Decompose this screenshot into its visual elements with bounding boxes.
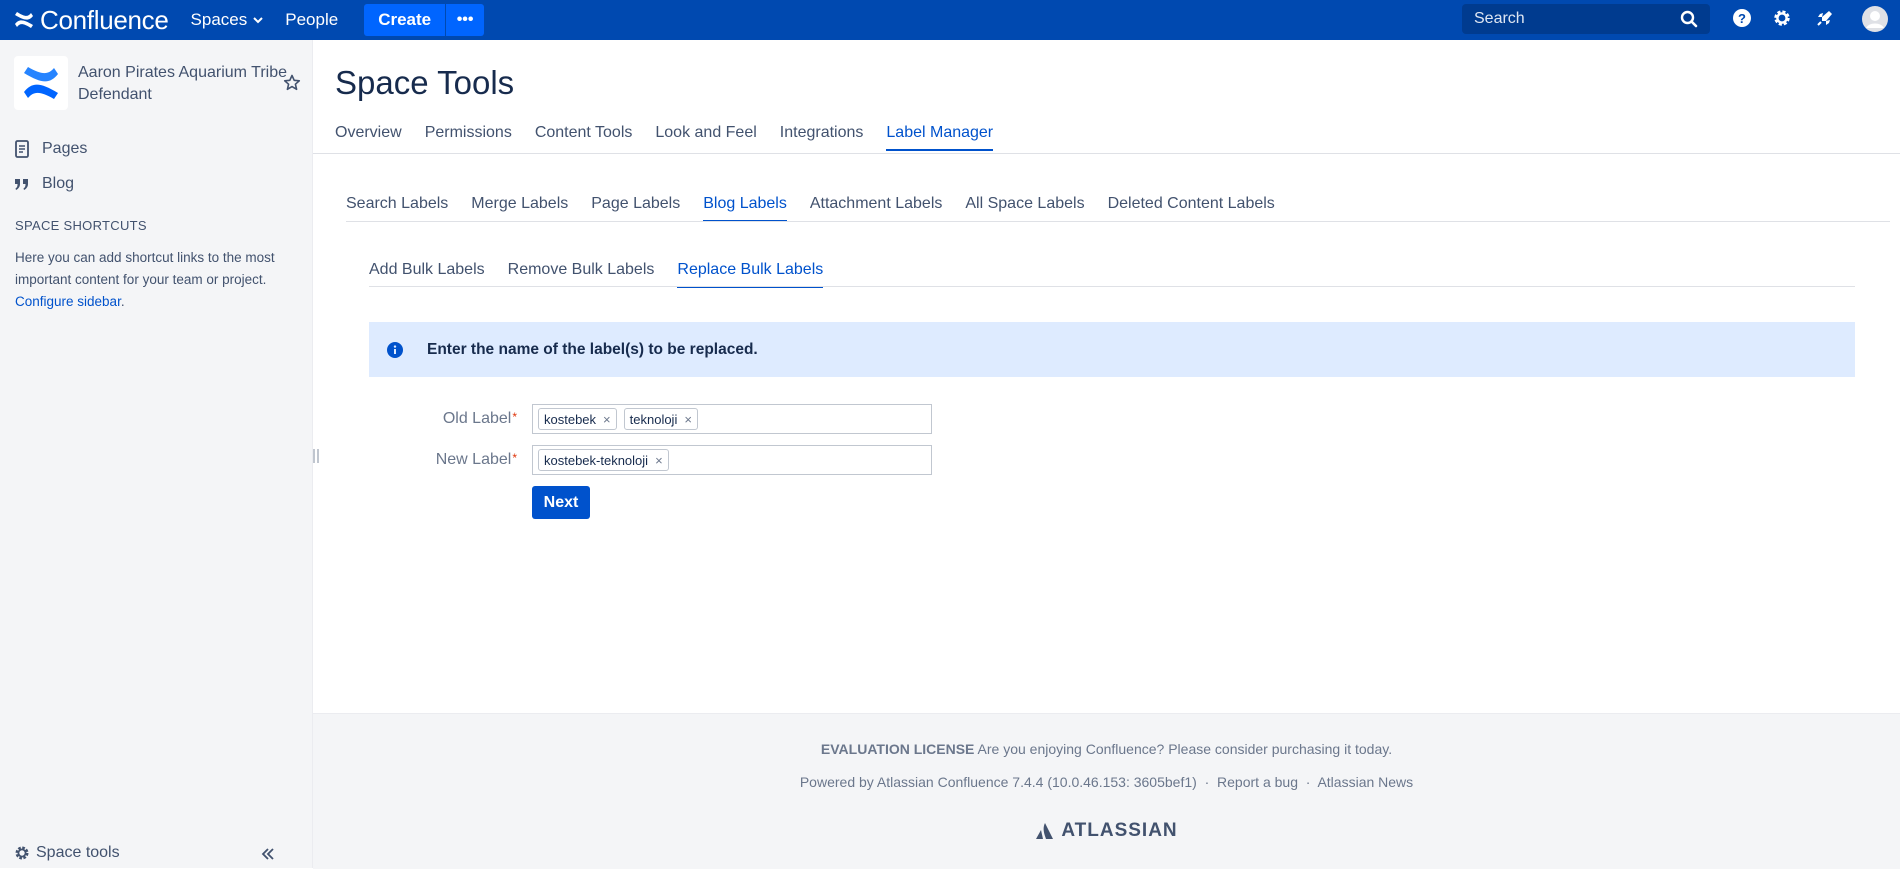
- required-indicator: *: [512, 410, 517, 424]
- bulk-label-tabs: Add Bulk Labels Remove Bulk Labels Repla…: [369, 261, 824, 288]
- space-shortcuts-title: SPACE SHORTCUTS: [15, 218, 147, 233]
- footer: EVALUATION LICENSE Are you enjoying Conf…: [313, 713, 1900, 869]
- notifications-icon[interactable]: [1815, 8, 1835, 28]
- old-label-field[interactable]: kostebek × teknoloji ×: [532, 404, 932, 434]
- svg-text:?: ?: [1738, 11, 1746, 26]
- sidebar-item-blog[interactable]: Blog: [14, 175, 74, 193]
- subtab-attachment-labels[interactable]: Attachment Labels: [810, 195, 943, 222]
- required-indicator: *: [512, 451, 517, 465]
- top-navigation: Confluence Spaces People Create ••• ?: [0, 0, 1900, 40]
- sidebar-item-label: Blog: [42, 175, 75, 192]
- people-link[interactable]: People: [285, 10, 338, 30]
- create-group: Create •••: [364, 4, 485, 36]
- footer-links: Powered by Atlassian Confluence 7.4.4 (1…: [313, 774, 1900, 790]
- spaces-label: Spaces: [190, 10, 248, 29]
- spaces-menu[interactable]: Spaces: [191, 10, 264, 30]
- chip-text: kostebek: [544, 411, 597, 427]
- help-icon[interactable]: ?: [1732, 8, 1752, 28]
- label-chip: teknoloji ×: [623, 408, 698, 430]
- atlassian-brand-text: ATLASSIAN: [1061, 820, 1178, 841]
- star-icon[interactable]: [283, 74, 301, 92]
- atlassian-logo[interactable]: ATLASSIAN: [313, 820, 1900, 842]
- search-box[interactable]: [1462, 4, 1710, 34]
- confluence-logo-icon: [15, 12, 33, 28]
- space-tools-tabs: Overview Permissions Content Tools Look …: [335, 124, 994, 151]
- footer-separator: ·: [1305, 774, 1311, 790]
- old-label-caption: Old Label*: [317, 410, 517, 428]
- chip-remove-icon[interactable]: ×: [684, 412, 692, 427]
- people-label: People: [285, 10, 339, 29]
- footer-separator: ·: [1204, 774, 1210, 790]
- chip-text: kostebek-teknoloji: [544, 452, 649, 468]
- atlassian-news-link[interactable]: Atlassian News: [1317, 774, 1413, 790]
- tab-label-manager[interactable]: Label Manager: [886, 124, 994, 151]
- new-label-caption: New Label*: [317, 451, 517, 469]
- configure-suffix: .: [120, 294, 125, 309]
- configure-sidebar-link[interactable]: Configure sidebar: [15, 294, 121, 309]
- sidebar: Aaron Pirates Aquarium Tribe Defendant P…: [0, 40, 313, 868]
- atlassian-logo-icon: [1036, 823, 1054, 839]
- chip-remove-icon[interactable]: ×: [603, 412, 611, 427]
- license-text: Are you enjoying Confluence? Please cons…: [977, 741, 1393, 757]
- chip-remove-icon[interactable]: ×: [655, 453, 663, 468]
- bulk-tabs-divider: [369, 286, 1855, 287]
- avatar[interactable]: [1862, 6, 1888, 32]
- info-banner: Enter the name of the label(s) to be rep…: [369, 322, 1855, 377]
- space-logo[interactable]: [14, 56, 68, 110]
- label-manager-subtabs: Search Labels Merge Labels Page Labels B…: [346, 195, 1275, 222]
- tab-integrations[interactable]: Integrations: [780, 124, 864, 151]
- license-label: EVALUATION LICENSE: [820, 741, 975, 757]
- confluence-space-icon: [24, 67, 58, 99]
- space-shortcuts-description: Here you can add shortcut links to the m…: [15, 247, 300, 313]
- subtab-merge-labels[interactable]: Merge Labels: [471, 195, 568, 222]
- next-button[interactable]: Next: [532, 486, 590, 519]
- subtab-deleted-content-labels[interactable]: Deleted Content Labels: [1108, 195, 1275, 222]
- old-label-text: Old Label: [442, 410, 512, 427]
- new-label-text: New Label: [435, 451, 512, 468]
- report-bug-link[interactable]: Report a bug: [1217, 774, 1298, 790]
- sidebar-item-label: Pages: [42, 140, 88, 157]
- settings-icon[interactable]: [1772, 8, 1792, 28]
- tab-add-bulk-labels[interactable]: Add Bulk Labels: [369, 261, 485, 288]
- create-button[interactable]: Create: [364, 4, 446, 36]
- search-icon[interactable]: [1680, 10, 1698, 28]
- collapse-sidebar-icon[interactable]: [261, 848, 275, 860]
- info-message: Enter the name of the label(s) to be rep…: [427, 340, 758, 358]
- license-notice: EVALUATION LICENSE Are you enjoying Conf…: [313, 741, 1900, 757]
- more-create-button[interactable]: •••: [446, 4, 485, 36]
- subtab-page-labels[interactable]: Page Labels: [591, 195, 680, 222]
- new-label-field[interactable]: kostebek-teknoloji ×: [532, 445, 932, 475]
- tab-look-and-feel[interactable]: Look and Feel: [655, 124, 756, 151]
- tab-permissions[interactable]: Permissions: [425, 124, 512, 151]
- tab-content-tools[interactable]: Content Tools: [535, 124, 633, 151]
- confluence-logo[interactable]: Confluence: [14, 5, 169, 36]
- space-tools-button[interactable]: Space tools: [14, 844, 120, 862]
- pages-icon: [15, 140, 29, 158]
- tab-remove-bulk-labels[interactable]: Remove Bulk Labels: [508, 261, 655, 288]
- tab-overview[interactable]: Overview: [335, 124, 402, 151]
- search-input[interactable]: [1462, 9, 1676, 29]
- powered-by: Powered by Atlassian Confluence 7.4.4 (1…: [799, 774, 1197, 790]
- gear-icon: [15, 846, 29, 860]
- chevron-down-icon: [253, 16, 263, 23]
- label-chip: kostebek ×: [538, 408, 617, 430]
- label-chip: kostebek-teknoloji ×: [538, 449, 669, 471]
- shortcuts-text: Here you can add shortcut links to the m…: [15, 250, 275, 287]
- page-title: Space Tools: [335, 64, 515, 101]
- subtabs-divider: [346, 221, 1890, 222]
- subtab-all-space-labels[interactable]: All Space Labels: [965, 195, 1084, 222]
- space-name[interactable]: Aaron Pirates Aquarium Tribe Defendant: [78, 62, 288, 106]
- blog-icon: [15, 179, 28, 190]
- app-name: Confluence: [40, 4, 169, 35]
- subtab-search-labels[interactable]: Search Labels: [346, 195, 448, 222]
- space-tools-label: Space tools: [36, 844, 120, 861]
- info-icon: [387, 341, 403, 358]
- subtab-blog-labels[interactable]: Blog Labels: [703, 195, 787, 222]
- tab-replace-bulk-labels[interactable]: Replace Bulk Labels: [677, 261, 824, 288]
- tabs-divider: [313, 153, 1900, 154]
- chip-text: teknoloji: [629, 411, 678, 427]
- sidebar-item-pages[interactable]: Pages: [14, 140, 87, 158]
